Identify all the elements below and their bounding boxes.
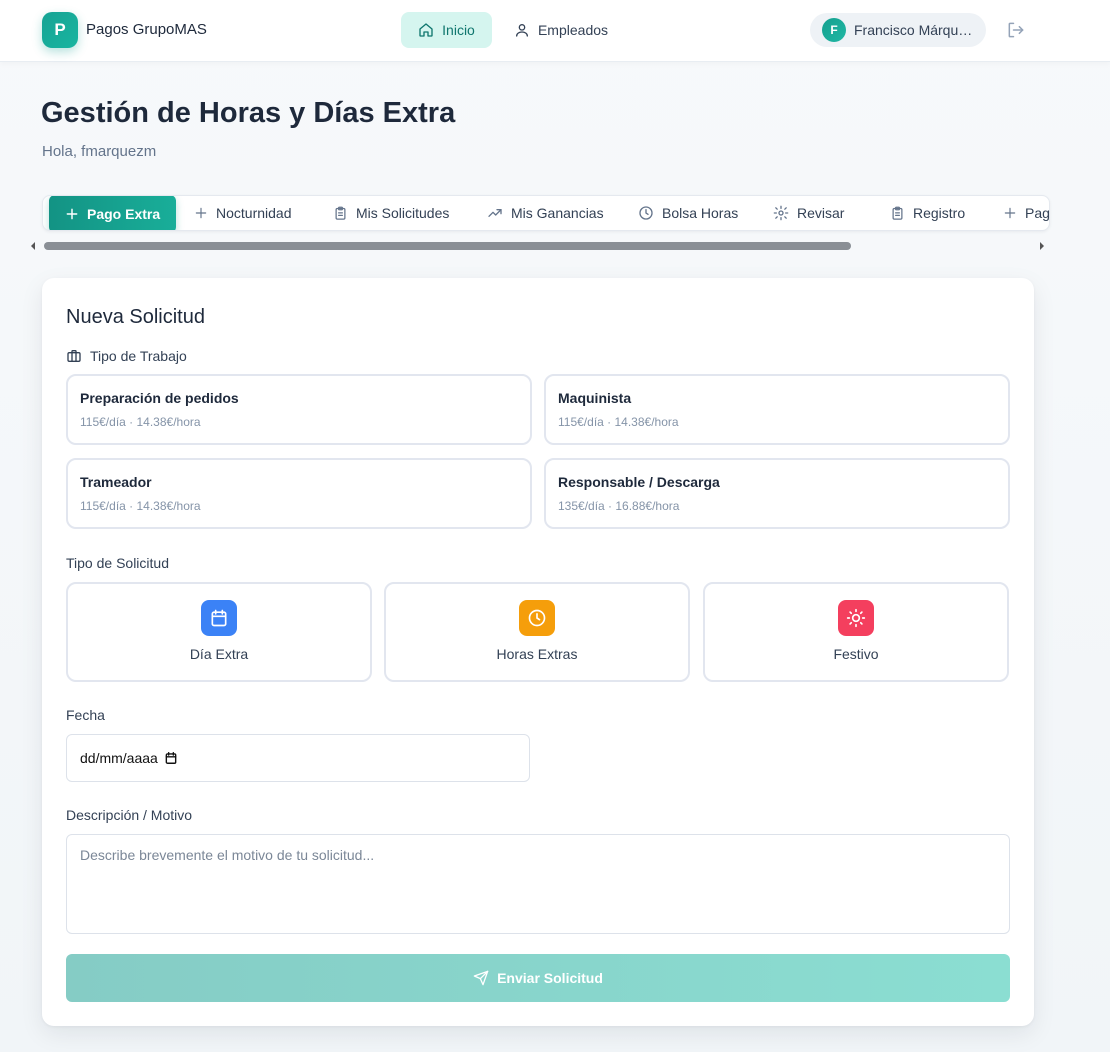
logo-letter: P <box>54 20 66 39</box>
page-greeting: Hola, fmarquezm <box>42 143 157 160</box>
sun-icon <box>838 600 874 636</box>
app-logo[interactable]: P <box>42 12 78 48</box>
logout-icon <box>1008 22 1024 38</box>
request-type-dia-extra[interactable]: Día Extra <box>66 582 372 682</box>
page-title: Gestión de Horas y Días Extra <box>41 97 456 129</box>
tab-nocturnidad[interactable]: Nocturnidad <box>194 196 292 230</box>
work-type-heading: Tipo de Trabajo <box>66 348 187 364</box>
submit-request-button[interactable]: Enviar Solicitud <box>66 954 1010 1002</box>
user-icon <box>515 24 528 37</box>
nav-empleados-label: Empleados <box>537 22 609 38</box>
clock-icon <box>639 206 653 220</box>
user-name: Francisco Márquez Muñoz <box>854 22 978 38</box>
work-type-option[interactable]: Responsable / Descarga 135€/día · 16.88€… <box>544 458 1010 529</box>
work-type-name: Responsable / Descarga <box>558 474 720 490</box>
tab-pagos[interactable]: Pag <box>1003 196 1050 230</box>
scroll-right-arrow-icon[interactable] <box>1038 241 1046 251</box>
top-navbar: P Pagos GrupoMAS Inicio Empleados F Fran… <box>0 0 1110 62</box>
briefcase-icon <box>67 350 81 362</box>
form-title: Nueva Solicitud <box>66 306 205 328</box>
work-type-label: Tipo de Trabajo <box>90 348 187 364</box>
work-type-rate: 115€/día · 14.38€/hora <box>80 499 201 513</box>
tab-mis-ganancias[interactable]: Mis Ganancias <box>487 196 604 230</box>
clipboard-icon <box>892 206 903 220</box>
description-textarea[interactable]: Describe brevemente el motivo de tu soli… <box>66 834 1010 934</box>
request-type-heading: Tipo de Solicitud <box>66 555 169 571</box>
avatar: F <box>822 18 846 42</box>
work-type-rate: 135€/día · 16.88€/hora <box>558 499 680 513</box>
home-icon <box>419 23 433 37</box>
trending-up-icon <box>488 209 502 217</box>
plus-icon <box>66 208 78 220</box>
horizontal-scrollbar-thumb[interactable] <box>44 242 851 250</box>
request-type-label: Festivo <box>833 646 879 662</box>
calendar-icon[interactable] <box>164 751 178 765</box>
request-form-card: Nueva Solicitud Tipo de Trabajo Preparac… <box>42 278 1034 1026</box>
work-type-option[interactable]: Maquinista 115€/día · 14.38€/hora <box>544 374 1010 445</box>
tab-label: Pag <box>1025 205 1050 221</box>
send-icon <box>473 970 489 986</box>
tab-revisar[interactable]: Revisar <box>773 196 844 230</box>
gear-icon <box>773 205 789 221</box>
description-placeholder: Describe brevemente el motivo de tu soli… <box>80 847 375 863</box>
tab-label: Registro <box>913 205 966 221</box>
nav-empleados[interactable]: Empleados <box>505 12 617 48</box>
work-type-name: Preparación de pedidos <box>80 390 239 406</box>
request-type-label: Horas Extras <box>496 646 578 662</box>
work-type-rate: 115€/día · 14.38€/hora <box>80 415 201 429</box>
user-menu[interactable]: F Francisco Márquez Muñoz <box>810 13 986 47</box>
tab-label: Pago Extra <box>87 206 161 222</box>
date-placeholder: dd/mm/aaaa <box>80 750 158 766</box>
tab-label: Revisar <box>797 205 845 221</box>
scroll-left-arrow-icon[interactable] <box>29 241 37 251</box>
description-label: Descripción / Motivo <box>66 807 193 823</box>
request-type-horas-extras[interactable]: Horas Extras <box>384 582 690 682</box>
tab-label: Bolsa Horas <box>662 205 739 221</box>
tabs-bar: Pago Extra Nocturnidad Mis Solicitudes M… <box>42 195 1050 231</box>
work-type-option[interactable]: Trameador 115€/día · 14.38€/hora <box>66 458 532 529</box>
work-type-option[interactable]: Preparación de pedidos 115€/día · 14.38€… <box>66 374 532 445</box>
plus-icon <box>1004 207 1016 219</box>
tab-registro[interactable]: Registro <box>890 196 965 230</box>
clock-icon <box>519 600 555 636</box>
tab-bolsa-horas[interactable]: Bolsa Horas <box>638 196 738 230</box>
clipboard-icon <box>335 206 346 220</box>
tab-label: Mis Solicitudes <box>356 205 450 221</box>
nav-inicio[interactable]: Inicio <box>401 12 492 48</box>
submit-label: Enviar Solicitud <box>497 970 603 986</box>
request-type-label: Día Extra <box>189 646 249 662</box>
tab-pago-extra[interactable]: Pago Extra <box>49 196 177 230</box>
date-field[interactable]: dd/mm/aaaa <box>66 734 530 782</box>
work-type-name: Trameador <box>80 474 152 490</box>
plus-icon <box>195 207 207 219</box>
tab-label: Nocturnidad <box>216 205 292 221</box>
app-name[interactable]: Pagos GrupoMAS <box>86 21 207 38</box>
nav-inicio-label: Inicio <box>442 22 475 38</box>
work-type-name: Maquinista <box>558 390 632 406</box>
tab-label: Mis Ganancias <box>511 205 604 221</box>
calendar-icon <box>201 600 237 636</box>
tab-mis-solicitudes[interactable]: Mis Solicitudes <box>333 196 449 230</box>
request-type-festivo[interactable]: Festivo <box>703 582 1009 682</box>
work-type-rate: 115€/día · 14.38€/hora <box>558 415 679 429</box>
date-label: Fecha <box>66 707 105 723</box>
logout-button[interactable] <box>1006 20 1026 40</box>
